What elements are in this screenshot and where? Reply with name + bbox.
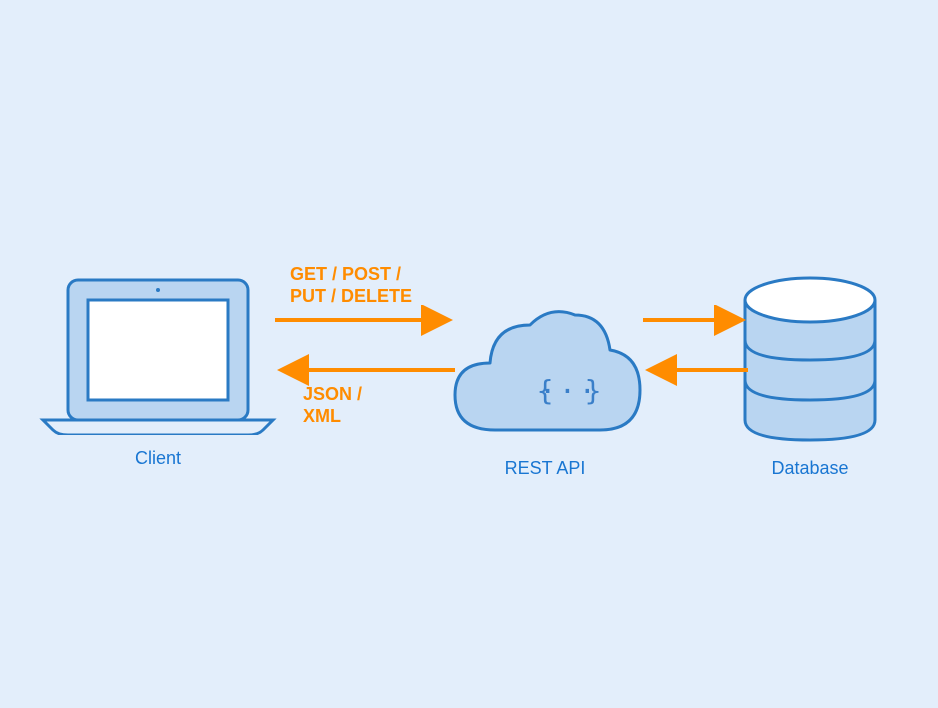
response-format-label: JSON / XML (303, 383, 362, 427)
svg-text:}: } (585, 374, 602, 407)
api-db-arrows (638, 305, 758, 405)
cloud-icon: { ... } (445, 295, 645, 445)
api-label: REST API (445, 458, 645, 479)
client-api-arrows (270, 305, 460, 405)
rest-api-architecture-diagram: Client { ... } REST API Database (0, 0, 938, 708)
laptop-icon (38, 275, 278, 435)
database-label: Database (735, 458, 885, 479)
request-methods-label: GET / POST / PUT / DELETE (290, 263, 412, 307)
client-label: Client (38, 448, 278, 469)
client-node: Client (38, 275, 278, 469)
api-node: { ... } REST API (445, 295, 645, 479)
